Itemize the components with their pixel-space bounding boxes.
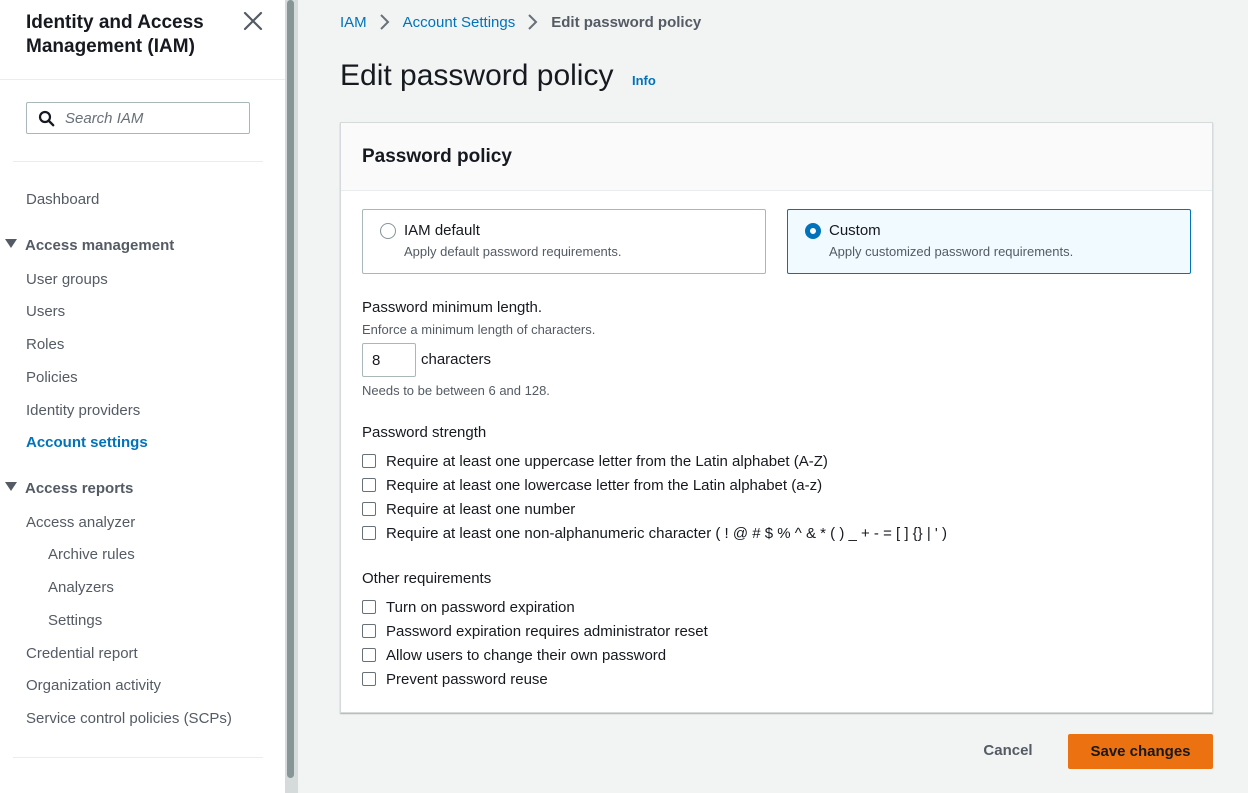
sidebar-item-access-analyzer[interactable]: Access analyzer	[26, 514, 135, 532]
checkbox-row-non-alphanumeric[interactable]: Require at least one non-alphanumeric ch…	[362, 523, 947, 543]
caret-down-icon	[5, 239, 17, 248]
sidebar-item-dashboard[interactable]: Dashboard	[26, 191, 99, 209]
checkbox-label: Require at least one uppercase letter fr…	[386, 452, 828, 470]
section-label: Access reports	[25, 480, 134, 497]
checkbox[interactable]	[362, 526, 376, 540]
chevron-right-icon	[379, 14, 390, 30]
page-title: Edit password policy	[340, 59, 614, 92]
card-header: Password policy	[341, 123, 1212, 191]
search-input[interactable]	[65, 107, 245, 129]
password-strength-label: Password strength	[362, 424, 487, 441]
chevron-right-icon	[528, 14, 538, 30]
sidebar-item-identity-providers[interactable]: Identity providers	[26, 402, 140, 420]
checkbox[interactable]	[362, 624, 376, 638]
password-policy-card: Password policy IAM default Apply defaul…	[340, 122, 1213, 713]
sidebar: Identity and Access Management (IAM) Das…	[0, 0, 285, 793]
sidebar-item-account-settings[interactable]: Account settings	[26, 434, 148, 452]
sidebar-section-access-management[interactable]: Access management	[5, 237, 174, 255]
radio-iam-default[interactable]	[380, 223, 396, 239]
sidebar-item-user-groups[interactable]: User groups	[26, 271, 108, 289]
checkbox-row-admin-reset[interactable]: Password expiration requires administrat…	[362, 621, 708, 641]
checkbox[interactable]	[362, 502, 376, 516]
card-title: Password policy	[362, 146, 512, 167]
save-changes-button[interactable]: Save changes	[1068, 734, 1213, 769]
divider	[13, 161, 263, 162]
sidebar-item-users[interactable]: Users	[26, 303, 65, 321]
min-length-hint: Needs to be between 6 and 128.	[362, 383, 550, 398]
min-length-label: Password minimum length.	[362, 299, 543, 316]
sidebar-title: Identity and Access Management (IAM)	[26, 12, 204, 57]
checkbox-row-expiration[interactable]: Turn on password expiration	[362, 597, 575, 617]
checkbox-label: Require at least one number	[386, 500, 576, 518]
sidebar-section-access-reports[interactable]: Access reports	[5, 480, 133, 498]
breadcrumb-link-iam[interactable]: IAM	[340, 14, 367, 31]
checkbox-row-number[interactable]: Require at least one number	[362, 499, 575, 519]
divider	[13, 757, 263, 758]
checkbox-label: Prevent password reuse	[386, 670, 548, 688]
checkbox[interactable]	[362, 478, 376, 492]
checkbox-label: Turn on password expiration	[386, 598, 575, 616]
checkbox[interactable]	[362, 600, 376, 614]
sidebar-scrollbar-thumb[interactable]	[287, 0, 294, 778]
cancel-button[interactable]: Cancel	[970, 734, 1046, 768]
sidebar-item-settings[interactable]: Settings	[48, 612, 102, 630]
checkbox-label: Allow users to change their own password	[386, 646, 667, 664]
info-link[interactable]: Info	[632, 73, 656, 88]
min-length-input[interactable]	[362, 343, 416, 377]
radio-custom[interactable]	[805, 223, 821, 239]
sidebar-item-policies[interactable]: Policies	[26, 369, 78, 387]
min-length-description: Enforce a minimum length of characters.	[362, 322, 596, 337]
sidebar-item-service-control-policies[interactable]: Service control policies (SCPs)	[26, 710, 232, 728]
checkbox-row-allow-change[interactable]: Allow users to change their own password	[362, 645, 666, 665]
sidebar-item-roles[interactable]: Roles	[26, 336, 64, 354]
option-iam-default[interactable]: IAM default Apply default password requi…	[362, 209, 766, 274]
checkbox-label: Password expiration requires administrat…	[386, 622, 708, 640]
breadcrumb-link-account-settings[interactable]: Account Settings	[403, 14, 516, 31]
search-box[interactable]	[26, 102, 250, 134]
checkbox-row-uppercase[interactable]: Require at least one uppercase letter fr…	[362, 451, 828, 471]
checkbox-row-prevent-reuse[interactable]: Prevent password reuse	[362, 669, 548, 689]
search-icon	[38, 110, 55, 127]
option-label: Custom	[829, 222, 881, 239]
option-custom[interactable]: Custom Apply customized password require…	[787, 209, 1191, 274]
checkbox[interactable]	[362, 648, 376, 662]
breadcrumb-current: Edit password policy	[551, 13, 702, 31]
sidebar-item-organization-activity[interactable]: Organization activity	[26, 677, 161, 695]
checkbox-row-lowercase[interactable]: Require at least one lowercase letter fr…	[362, 475, 822, 495]
checkbox-label: Require at least one non-alphanumeric ch…	[386, 524, 947, 542]
sidebar-header: Identity and Access Management (IAM)	[0, 0, 285, 80]
caret-down-icon	[5, 482, 17, 491]
close-icon[interactable]	[242, 10, 264, 32]
sidebar-item-archive-rules[interactable]: Archive rules	[48, 546, 135, 564]
checkbox-label: Require at least one lowercase letter fr…	[386, 476, 823, 494]
option-description: Apply default password requirements.	[404, 244, 622, 259]
other-requirements-label: Other requirements	[362, 570, 492, 587]
sidebar-item-analyzers[interactable]: Analyzers	[48, 579, 114, 597]
option-label: IAM default	[404, 222, 480, 239]
option-description: Apply customized password requirements.	[829, 244, 1074, 259]
checkbox[interactable]	[362, 454, 376, 468]
min-length-suffix: characters	[421, 351, 492, 368]
checkbox[interactable]	[362, 672, 376, 686]
section-label: Access management	[25, 237, 175, 254]
breadcrumb: IAM Account Settings Edit password polic…	[340, 12, 701, 32]
sidebar-item-credential-report[interactable]: Credential report	[26, 645, 138, 663]
